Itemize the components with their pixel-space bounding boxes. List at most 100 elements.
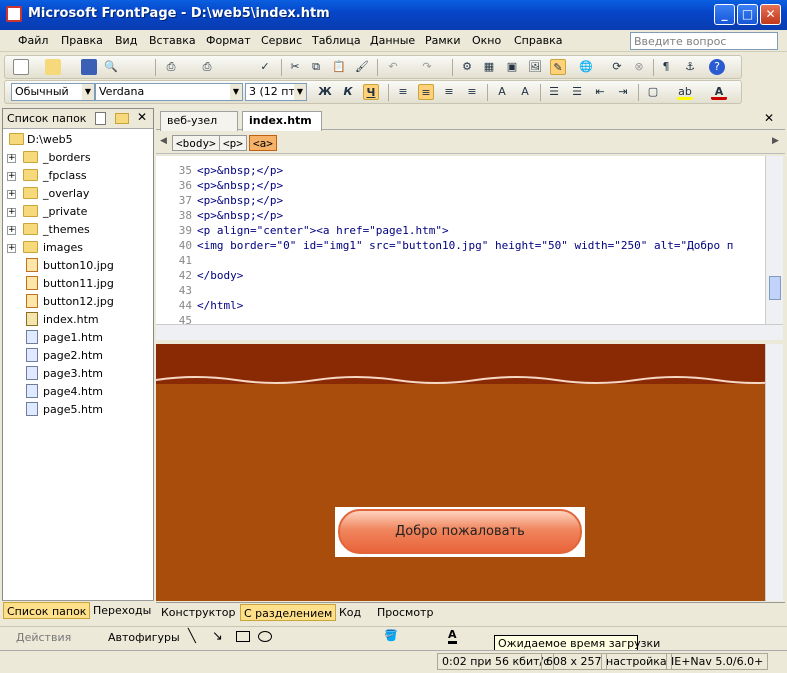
- tab-design[interactable]: Конструктор: [158, 604, 238, 621]
- justify-icon[interactable]: ≡: [464, 84, 480, 100]
- welcome-button[interactable]: Добро пожаловать: [338, 509, 582, 554]
- code-view[interactable]: 35 <p>&nbsp;</p> 36 <p>&nbsp;</p> 37 <p>&nb…: [156, 156, 765, 324]
- design-vertical-scrollbar[interactable]: [765, 344, 783, 601]
- tag-back-icon[interactable]: ◀: [160, 136, 167, 146]
- expand-icon[interactable]: +: [7, 226, 16, 235]
- menu-view[interactable]: Вид: [115, 34, 137, 47]
- tag-p[interactable]: <p>: [219, 135, 247, 151]
- italic-button[interactable]: К: [340, 84, 356, 100]
- align-center-icon[interactable]: ≡: [418, 84, 434, 100]
- download-time[interactable]: 0:02 при 56 кбит/с: [437, 653, 555, 670]
- open-folder-icon[interactable]: [45, 59, 61, 75]
- print-icon[interactable]: ⎙: [163, 59, 179, 75]
- expand-icon[interactable]: +: [7, 190, 16, 199]
- insert-layer-icon[interactable]: ▣: [504, 59, 520, 75]
- insert-picture-icon[interactable]: 🖼: [527, 59, 543, 75]
- expand-icon[interactable]: +: [7, 208, 16, 217]
- font-color-icon[interactable]: A: [711, 84, 727, 100]
- tab-navigation[interactable]: Переходы: [90, 602, 152, 619]
- menu-insert[interactable]: Вставка: [149, 34, 196, 47]
- tag-body[interactable]: <body>: [172, 135, 220, 151]
- fill-color-icon[interactable]: 🪣: [384, 629, 398, 642]
- search-icon[interactable]: 🔍: [103, 59, 119, 75]
- new-file-icon[interactable]: [95, 112, 106, 125]
- menu-file[interactable]: Файл: [18, 34, 48, 47]
- menu-tools[interactable]: Сервис: [261, 34, 302, 47]
- redo-icon[interactable]: ↷: [419, 59, 435, 75]
- frontpage-app-icon[interactable]: [6, 6, 22, 22]
- highlight-icon[interactable]: ab: [677, 84, 693, 100]
- maximize-button[interactable]: □: [737, 4, 758, 25]
- code-horizontal-scrollbar[interactable]: [156, 324, 783, 340]
- menu-table[interactable]: Таблица: [312, 34, 361, 47]
- hyperlink-icon[interactable]: 🌐: [578, 59, 594, 75]
- align-left-icon[interactable]: ≡: [395, 84, 411, 100]
- menu-format[interactable]: Формат: [206, 34, 251, 47]
- numbered-list-icon[interactable]: ☰: [546, 84, 562, 100]
- tag-a[interactable]: <a>: [249, 135, 277, 151]
- paste-icon[interactable]: 📋: [331, 59, 347, 75]
- menu-frames[interactable]: Рамки: [425, 34, 460, 47]
- web-component-icon[interactable]: ⚙: [459, 59, 475, 75]
- format-painter-icon[interactable]: 🖌: [354, 59, 370, 75]
- menu-edit[interactable]: Правка: [61, 34, 103, 47]
- print-preview-icon[interactable]: ⎙: [199, 59, 215, 75]
- underline-button[interactable]: Ч: [363, 84, 379, 100]
- drawing-icon[interactable]: ✎: [550, 59, 566, 75]
- tab-index[interactable]: index.htm: [242, 111, 322, 131]
- copy-icon[interactable]: ⧉: [308, 59, 324, 75]
- show-all-icon[interactable]: ¶: [658, 59, 674, 75]
- tab-preview[interactable]: Просмотр: [374, 604, 436, 621]
- close-button[interactable]: ✕: [760, 4, 781, 25]
- menu-help[interactable]: Справка: [514, 34, 562, 47]
- expand-icon[interactable]: +: [7, 172, 16, 181]
- code-vertical-scrollbar[interactable]: [765, 156, 783, 324]
- decrease-indent-icon[interactable]: ⇤: [592, 84, 608, 100]
- scroll-thumb[interactable]: [769, 276, 781, 300]
- tab-website[interactable]: веб-узел: [160, 111, 238, 131]
- autoshapes-menu[interactable]: Автофигуры: [108, 631, 180, 644]
- stop-icon[interactable]: ⊗: [631, 59, 647, 75]
- expand-icon[interactable]: +: [7, 244, 16, 253]
- refresh-icon[interactable]: ⟳: [609, 59, 625, 75]
- style-combo[interactable]: Обычный ▼: [11, 83, 95, 101]
- help-search-input[interactable]: Введите вопрос: [630, 32, 778, 50]
- increase-font-icon[interactable]: A: [494, 84, 510, 100]
- insert-table-icon[interactable]: ▦: [481, 59, 497, 75]
- tab-split[interactable]: С разделением: [240, 604, 337, 621]
- menu-window[interactable]: Окно: [472, 34, 501, 47]
- tab-code[interactable]: Код: [336, 604, 364, 621]
- new-folder-icon[interactable]: [115, 113, 129, 124]
- decrease-font-icon[interactable]: A: [517, 84, 533, 100]
- borders-icon[interactable]: ▢: [645, 84, 661, 100]
- close-document-icon[interactable]: ✕: [764, 111, 774, 125]
- bulleted-list-icon[interactable]: ☰: [569, 84, 585, 100]
- welcome-image[interactable]: Добро пожаловать: [335, 507, 585, 557]
- help-icon[interactable]: ?: [709, 59, 725, 75]
- line-icon[interactable]: ╲: [188, 629, 196, 644]
- close-icon[interactable]: ✕: [137, 110, 147, 124]
- font-combo[interactable]: Verdana ▼: [95, 83, 243, 101]
- menu-data[interactable]: Данные: [370, 34, 415, 47]
- increase-indent-icon[interactable]: ⇥: [615, 84, 631, 100]
- arrow-icon[interactable]: ↘: [212, 629, 223, 644]
- undo-icon[interactable]: ↶: [385, 59, 401, 75]
- align-right-icon[interactable]: ≡: [441, 84, 457, 100]
- save-icon[interactable]: [81, 59, 97, 75]
- anchor-icon[interactable]: ⚓: [682, 59, 698, 75]
- rectangle-icon[interactable]: [236, 631, 250, 642]
- expand-icon[interactable]: +: [7, 154, 16, 163]
- actions-menu[interactable]: Действия: [16, 631, 71, 644]
- minimize-button[interactable]: _: [714, 4, 735, 25]
- browser-compat[interactable]: IE+Nav 5.0/6.0+: [666, 653, 769, 670]
- oval-icon[interactable]: [258, 631, 272, 642]
- tab-folder-list[interactable]: Список папок: [3, 602, 91, 619]
- bold-button[interactable]: Ж: [317, 84, 333, 100]
- design-view[interactable]: Добро пожаловать: [156, 344, 765, 601]
- tag-forward-icon[interactable]: ▶: [772, 136, 779, 146]
- spelling-icon[interactable]: ✓: [257, 59, 273, 75]
- new-page-icon[interactable]: [13, 59, 29, 75]
- text-color-icon[interactable]: A: [448, 628, 457, 644]
- cut-icon[interactable]: ✂: [287, 59, 303, 75]
- font-size-combo[interactable]: 3 (12 пт) ▼: [245, 83, 307, 101]
